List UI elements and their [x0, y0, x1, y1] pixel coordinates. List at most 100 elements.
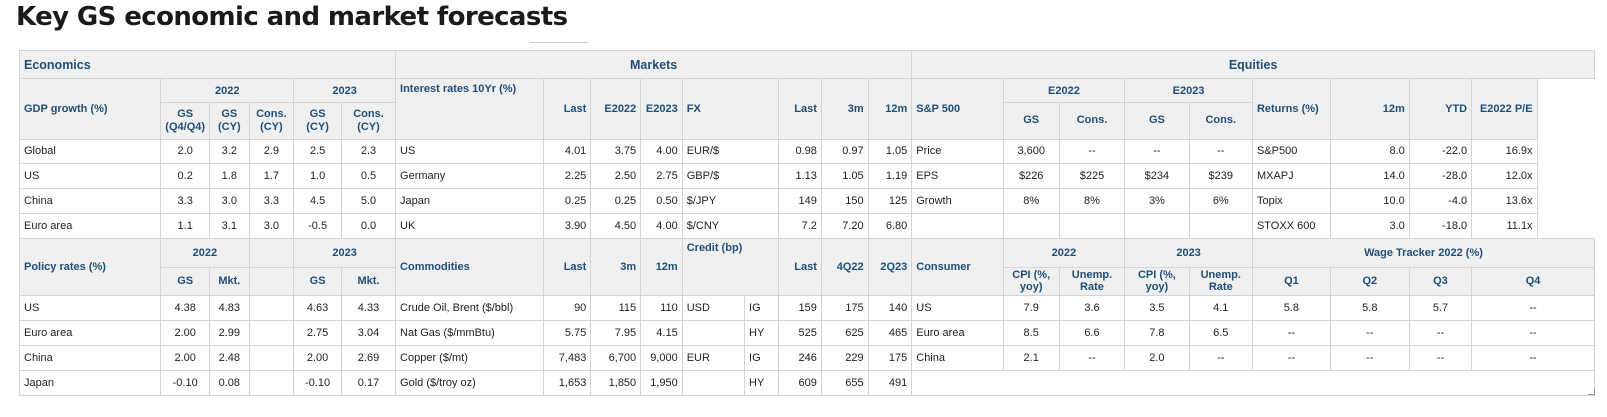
returns-col-pe: E2022 P/E: [1471, 78, 1538, 140]
section-header-row: Economics Markets Equities: [18, 49, 1595, 80]
table-row: US 0.2 1.8 1.7 1.0 0.5 Germany 2.25 2.50…: [18, 163, 1595, 190]
cell-value: 3.0: [209, 188, 250, 215]
cell-value: -0.10: [293, 369, 342, 397]
cell-value: --: [1471, 319, 1595, 346]
row-label: Copper ($/mt): [395, 344, 544, 371]
cell-value: -0.5: [293, 213, 342, 240]
returns-col-12m: 12m: [1329, 78, 1410, 140]
cell-value: 0.25: [542, 188, 592, 215]
row-label: Gold ($/troy oz): [395, 369, 544, 397]
cell-value: 13.6x: [1471, 188, 1538, 215]
cell-value: 2.3: [340, 138, 397, 165]
cell-value: --: [1251, 319, 1331, 346]
gdp-col: Cons. (CY): [340, 102, 397, 140]
cell-value: 16.9x: [1471, 138, 1538, 165]
cell-value: 4.00: [640, 213, 683, 240]
cell-value: 2.00: [160, 319, 211, 346]
empty-cell: [248, 319, 295, 346]
cell-value: 1.1: [160, 213, 211, 240]
cell-value: 3.0: [1329, 213, 1410, 240]
gdp-year2: 2023: [293, 78, 397, 104]
cell-value: 8.5: [1002, 319, 1060, 346]
cell-value: 7.95: [590, 319, 642, 346]
cell-value: 3.1: [209, 213, 250, 240]
cell-value: 7.8: [1124, 319, 1190, 346]
cell-value: --: [1058, 138, 1126, 165]
wage-label: Wage Tracker 2022 (%): [1251, 238, 1596, 268]
cell-value: 0.98: [778, 138, 822, 165]
row-label: EUR/$: [681, 138, 780, 165]
cell-value: 2.75: [640, 163, 683, 190]
row-label: STOXX 600: [1251, 213, 1331, 240]
cell-value: -4.0: [1408, 188, 1473, 215]
row-label: MXAPJ: [1251, 163, 1331, 190]
cell-value: 110: [640, 295, 683, 321]
sp500-label: S&P 500: [911, 78, 1004, 140]
cell-value: 2.00: [160, 344, 211, 371]
forecast-table: Economics Markets Equities GDP growth (%…: [18, 49, 1596, 397]
cell-value: 655: [820, 369, 869, 397]
cell-value: 6.5: [1188, 319, 1253, 346]
credit-region: EUR: [681, 344, 746, 371]
gdp-label: GDP growth (%): [18, 78, 162, 140]
resize-handle-icon: [1588, 388, 1595, 395]
cell-value: -28.0: [1408, 163, 1473, 190]
cell-value: 1.7: [248, 163, 295, 190]
cell-value: 3%: [1124, 188, 1190, 215]
credit-grade: IG: [744, 344, 780, 371]
empty-cell: [1058, 213, 1126, 240]
commodities-col-12m: 12m: [640, 238, 683, 297]
row-label: $/JPY: [681, 188, 780, 215]
cell-value: 1.13: [778, 163, 822, 190]
row-label: Euro area: [18, 319, 162, 346]
cell-value: 1.0: [293, 163, 342, 190]
cell-value: 525: [778, 319, 822, 346]
cell-value: 4.15: [640, 319, 683, 346]
row-label: Nat Gas ($/mmBtu): [395, 319, 544, 346]
returns-col-ytd: YTD: [1408, 78, 1473, 140]
cell-value: --: [1471, 295, 1595, 321]
cell-value: --: [1188, 344, 1253, 371]
cell-value: 2.50: [590, 163, 642, 190]
row-label: Japan: [18, 369, 162, 397]
cell-value: 2.25: [542, 163, 592, 190]
cell-value: 0.25: [590, 188, 642, 215]
sp500-col: Cons.: [1188, 102, 1253, 140]
credit-region: [681, 319, 746, 346]
cell-value: 7,483: [542, 344, 592, 371]
cell-value: 6,700: [590, 344, 642, 371]
cell-value: 12.0x: [1471, 163, 1538, 190]
policy-label: Policy rates (%): [18, 238, 162, 297]
cell-value: 2.9: [248, 138, 295, 165]
cell-value: -22.0: [1408, 138, 1473, 165]
section-equities: Equities: [911, 49, 1595, 80]
cell-value: 4.50: [590, 213, 642, 240]
fx-col-12m: 12m: [867, 78, 913, 140]
cell-value: 159: [778, 295, 822, 321]
row-label: China: [911, 344, 1004, 371]
credit-grade: HY: [744, 319, 780, 346]
gdp-col: Cons. (CY): [248, 102, 295, 140]
wage-col: Q3: [1408, 266, 1473, 297]
gdp-col: GS (CY): [209, 102, 250, 140]
row-label: Euro area: [18, 213, 162, 240]
empty-cell: [248, 238, 295, 268]
cell-value: $225: [1058, 163, 1126, 190]
row-label: Global: [18, 138, 162, 165]
cell-value: $234: [1124, 163, 1190, 190]
cell-value: 125: [867, 188, 913, 215]
cell-value: 175: [820, 295, 869, 321]
sp500-year1: E2022: [1002, 78, 1126, 104]
consumer-year1: 2022: [1002, 238, 1126, 268]
table-row: China 2.00 2.48 2.00 2.69 Copper ($/mt) …: [18, 344, 1595, 371]
cell-value: $239: [1188, 163, 1253, 190]
cell-value: 1.8: [209, 163, 250, 190]
cell-value: 2.5: [293, 138, 342, 165]
cell-value: 4.38: [160, 295, 211, 321]
cell-value: 625: [820, 319, 869, 346]
cell-value: --: [1408, 344, 1473, 371]
cell-value: --: [1188, 138, 1253, 165]
header-row-3: Policy rates (%) 2022 2023 Commodities L…: [18, 238, 1596, 297]
cell-value: 2.0: [1124, 344, 1190, 371]
cell-value: 465: [867, 319, 913, 346]
